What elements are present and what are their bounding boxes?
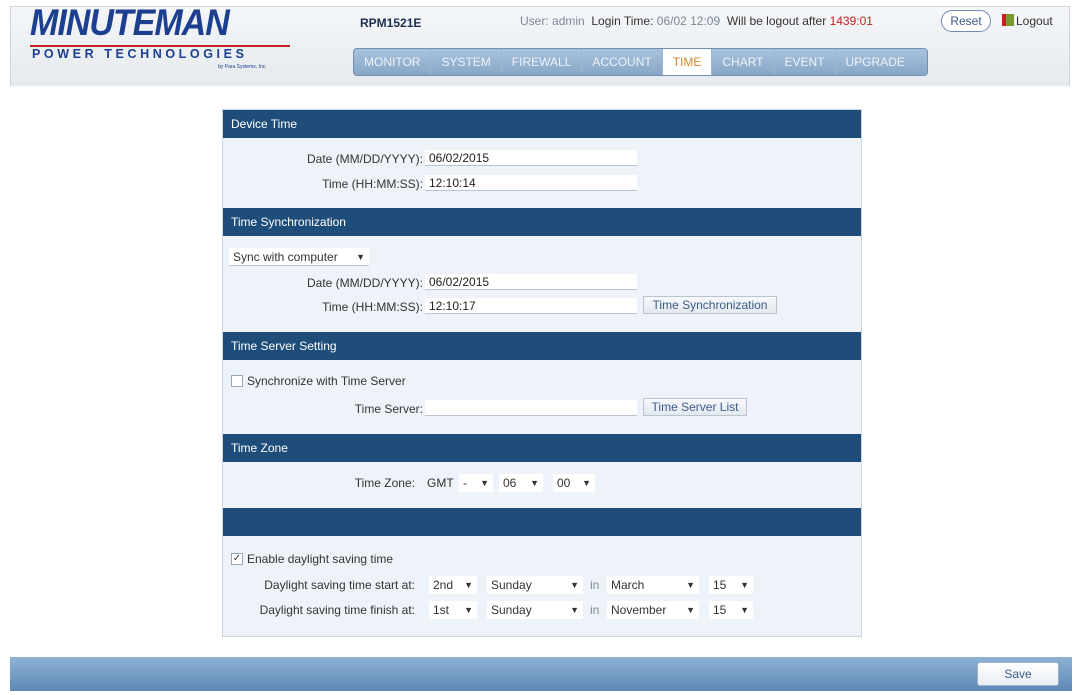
dst-start-date-value: 15 [713, 578, 727, 592]
device-model: RPM1521E [360, 16, 422, 30]
time-zone-header: Time Zone [223, 434, 861, 462]
chevron-down-icon: ▼ [740, 580, 749, 590]
dst-start-day-select[interactable]: Sunday ▼ [487, 576, 583, 594]
device-date-label: Date (MM/DD/YYYY): [306, 152, 423, 166]
time-server-list-button[interactable]: Time Server List [643, 398, 747, 416]
footer-bar [10, 657, 1072, 691]
time-zone-label: Time Zone: [354, 476, 415, 490]
tz-minutes-value: 00 [557, 476, 571, 490]
logout-label: Logout [1016, 14, 1053, 28]
dst-finish-month-select[interactable]: November ▼ [607, 601, 699, 619]
sync-mode-select[interactable]: Sync with computer ▼ [229, 248, 369, 266]
dst-start-week-value: 2nd [433, 578, 454, 592]
gmt-prefix: GMT [427, 476, 454, 490]
chevron-down-icon: ▼ [464, 580, 473, 590]
tz-sign-select[interactable]: - ▼ [459, 474, 493, 492]
dst-finish-day-value: Sunday [491, 603, 532, 617]
tz-hours-value: 06 [503, 476, 517, 490]
time-synchronization-button[interactable]: Time Synchronization [643, 296, 777, 314]
sync-date-field[interactable]: 06/02/2015 [425, 274, 637, 290]
sync-time-server-label: Synchronize with Time Server [247, 374, 406, 388]
time-server-body: Synchronize with Time Server Time Server… [223, 360, 861, 434]
dst-finish-date-select[interactable]: 15 ▼ [709, 601, 753, 619]
logo-tag-text: by Para Systems, Inc. [218, 64, 267, 70]
enable-dst-checkbox[interactable]: ✓ [231, 553, 243, 565]
chevron-down-icon: ▼ [582, 478, 591, 488]
logout-link[interactable]: Logout [1002, 14, 1053, 28]
dst-finish-in: in [590, 603, 600, 617]
chevron-down-icon: ▼ [464, 605, 473, 615]
chevron-down-icon: ▼ [480, 478, 489, 488]
device-date-field: 06/02/2015 [425, 150, 637, 166]
device-time-label: Time (HH:MM:SS): [322, 177, 423, 191]
dst-start-label: Daylight saving time start at: [264, 578, 415, 592]
logout-countdown: 1439:01 [829, 14, 873, 28]
dst-start-month-select[interactable]: March ▼ [607, 576, 699, 594]
login-time-label: Login Time: [591, 14, 654, 28]
enable-dst-label: Enable daylight saving time [247, 552, 394, 566]
time-server-header: Time Server Setting [223, 332, 861, 360]
save-button[interactable]: Save [977, 662, 1059, 686]
dst-start-date-select[interactable]: 15 ▼ [709, 576, 753, 594]
session-info: User: admin Login Time: 06/02 12:09 Will… [520, 14, 873, 28]
chevron-down-icon: ▼ [740, 605, 749, 615]
tab-event[interactable]: EVENT [775, 49, 836, 75]
time-sync-body: Sync with computer ▼ Date (MM/DD/YYYY): 0… [223, 236, 861, 332]
logout-prefix: Will be logout after [726, 14, 827, 28]
dst-start-in: in [590, 578, 600, 592]
logo-main-text: MINUTEMAN [30, 2, 230, 44]
device-time-header: Device Time [223, 110, 861, 138]
logo-sub-text: POWER TECHNOLOGIES [32, 47, 248, 61]
logout-icon [1002, 14, 1014, 26]
chevron-down-icon: ▼ [686, 605, 695, 615]
login-time-value: 06/02 12:09 [656, 14, 721, 28]
dst-start-month-value: March [611, 578, 645, 592]
tab-monitor[interactable]: MONITOR [354, 49, 432, 75]
tz-sign-value: - [463, 476, 467, 490]
dst-finish-month-value: November [611, 603, 667, 617]
tz-minutes-select[interactable]: 00 ▼ [553, 474, 595, 492]
tz-hours-select[interactable]: 06 ▼ [499, 474, 543, 492]
tab-time[interactable]: TIME [662, 49, 713, 75]
sync-date-label: Date (MM/DD/YYYY): [306, 276, 423, 290]
dst-start-day-value: Sunday [491, 578, 532, 592]
time-zone-body: Time Zone: GMT - ▼ 06 ▼ 00 ▼ [223, 462, 861, 508]
chevron-down-icon: ▼ [530, 478, 539, 488]
sync-time-server-checkbox[interactable] [231, 375, 243, 387]
reset-button[interactable]: Reset [941, 10, 991, 32]
time-sync-header: Time Synchronization [223, 208, 861, 236]
minuteman-logo: MINUTEMAN POWER TECHNOLOGIES by Para Sys… [30, 2, 300, 76]
sync-mode-value: Sync with computer [233, 250, 338, 264]
dst-finish-day-select[interactable]: Sunday ▼ [487, 601, 583, 619]
user-name: admin [552, 14, 585, 28]
user-label: User: [520, 14, 549, 28]
chevron-down-icon: ▼ [570, 605, 579, 615]
tab-chart[interactable]: CHART [712, 49, 775, 75]
dst-header [223, 508, 861, 536]
tab-account[interactable]: ACCOUNT [582, 49, 663, 75]
tab-upgrade[interactable]: UPGRADE [836, 49, 927, 75]
tab-system[interactable]: SYSTEM [431, 49, 502, 75]
sync-time-label: Time (HH:MM:SS): [322, 300, 423, 314]
dst-finish-label: Daylight saving time finish at: [259, 603, 415, 617]
chevron-down-icon: ▼ [356, 252, 365, 262]
time-server-label: Time Server: [354, 402, 423, 416]
time-server-field[interactable] [425, 400, 637, 416]
main-tabs: MONITOR SYSTEM FIREWALL ACCOUNT TIME CHA… [353, 48, 928, 76]
chevron-down-icon: ▼ [686, 580, 695, 590]
chevron-down-icon: ▼ [570, 580, 579, 590]
dst-start-week-select[interactable]: 2nd ▼ [429, 576, 477, 594]
sync-time-field[interactable]: 12:10:17 [425, 298, 637, 314]
dst-body: ✓ Enable daylight saving time Daylight s… [223, 536, 861, 636]
device-time-field: 12:10:14 [425, 175, 637, 191]
dst-finish-week-value: 1st [433, 603, 450, 617]
dst-finish-week-select[interactable]: 1st ▼ [429, 601, 477, 619]
dst-finish-date-value: 15 [713, 603, 727, 617]
tab-firewall[interactable]: FIREWALL [502, 49, 583, 75]
device-time-body: Date (MM/DD/YYYY): 06/02/2015 Time (HH:M… [223, 138, 861, 208]
time-settings-panel: Device Time Date (MM/DD/YYYY): 06/02/201… [222, 109, 862, 637]
